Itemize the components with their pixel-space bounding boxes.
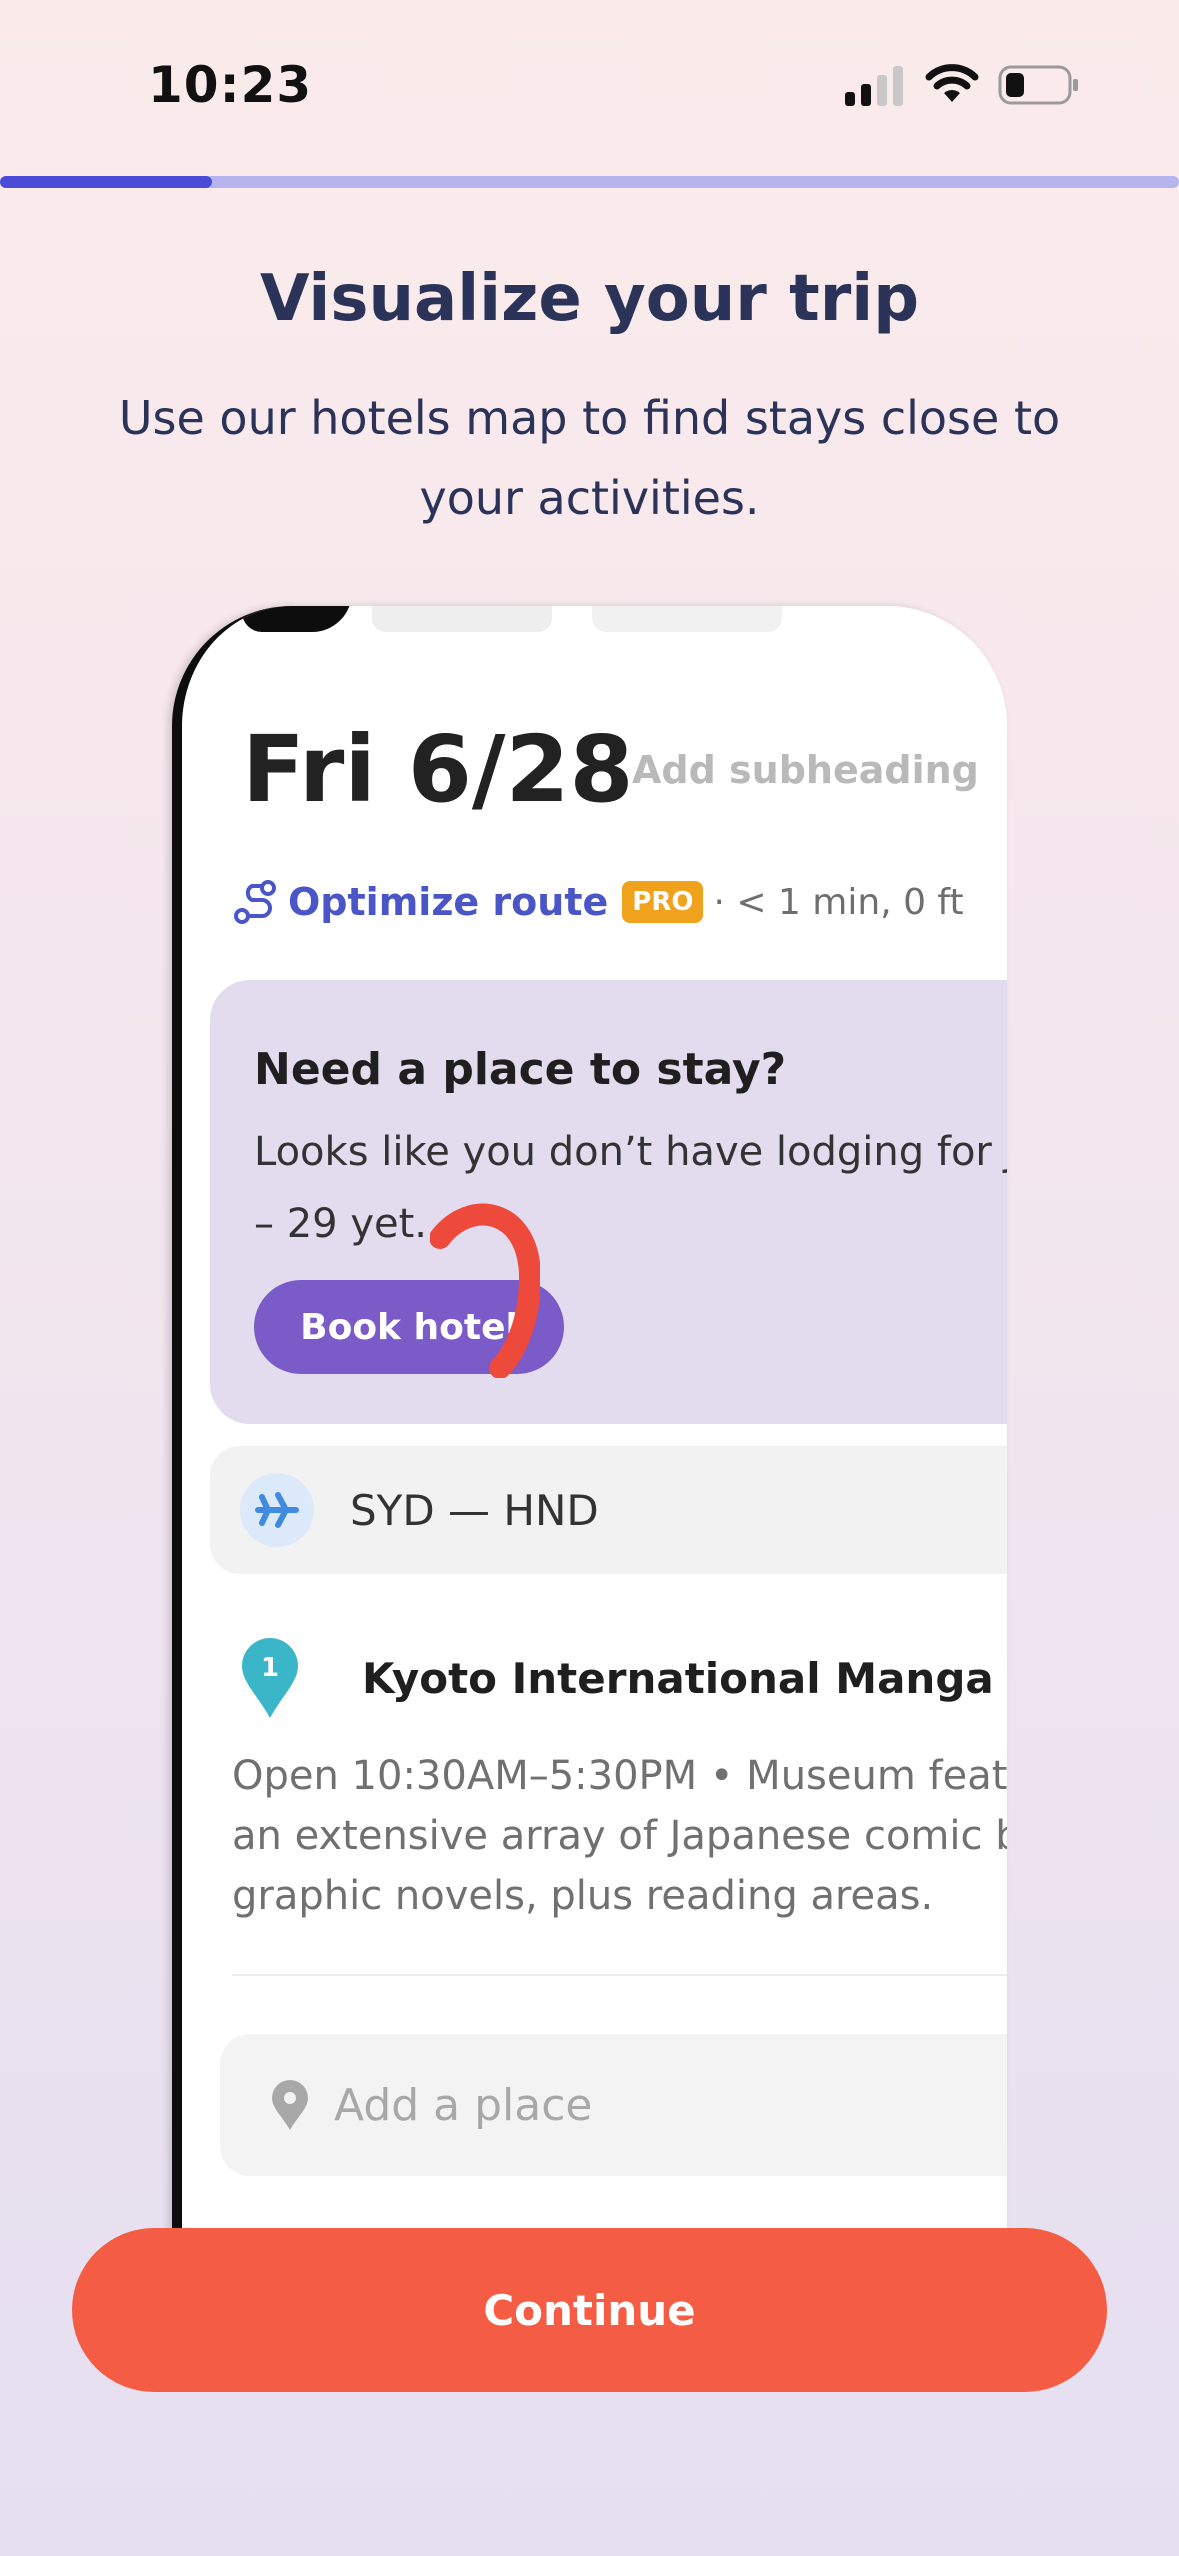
- add-place-row: Add a place: [220, 2034, 1007, 2176]
- lodging-title: Need a place to stay?: [254, 1044, 787, 1095]
- phone-corner-decoration: [242, 606, 352, 632]
- onboarding-progress-bar: [0, 176, 1179, 188]
- progress-fill: [0, 176, 213, 188]
- flight-row: SYD — HND: [210, 1446, 1007, 1574]
- lodging-card: Need a place to stay? Looks like you don…: [210, 980, 1007, 1424]
- phone-top-pill: [372, 606, 552, 632]
- lodging-body-line: – 29 yet.: [254, 1201, 428, 1247]
- map-pin-icon: 1: [242, 1638, 298, 1718]
- lodging-body: Looks like you don’t have lodging for Ju…: [254, 1116, 1007, 1260]
- divider: [232, 1974, 1007, 1976]
- place-description: Open 10:30AM–5:30PM • Museum featur an e…: [232, 1753, 1007, 1919]
- pin-number: 1: [261, 1653, 279, 1683]
- phone-top-pill: [592, 606, 782, 632]
- add-subheading-label: Add subheading: [632, 748, 979, 792]
- route-meta: · < 1 min, 0 ft: [713, 881, 964, 923]
- wifi-icon: [925, 64, 979, 102]
- lodging-body-line: Looks like you don’t have lodging for Ju: [254, 1129, 1007, 1175]
- flight-route-label: SYD — HND: [350, 1485, 599, 1535]
- location-pin-icon: [272, 2080, 308, 2130]
- place-row: 1 Kyoto International Manga Muse: [212, 1616, 1007, 1726]
- phone-preview: Fri 6/28 Add subheading Optimize route P…: [172, 606, 1007, 2306]
- page-subtitle: Use our hotels map to find stays close t…: [118, 391, 1061, 525]
- status-time: 10:23: [148, 56, 313, 114]
- add-place-label: Add a place: [334, 2079, 593, 2131]
- day-heading: Fri 6/28: [242, 716, 634, 823]
- place-title: Kyoto International Manga Muse: [362, 1654, 1007, 1703]
- route-icon: [234, 880, 276, 924]
- status-bar: 10:23: [0, 0, 1179, 170]
- tap-indicator: [430, 1203, 540, 1378]
- battery-icon: [998, 65, 1078, 105]
- plane-icon: [240, 1473, 314, 1547]
- page-title: Visualize your trip: [260, 262, 919, 336]
- continue-button[interactable]: Continue: [72, 2228, 1107, 2392]
- optimize-route-label: Optimize route: [288, 880, 609, 924]
- pro-badge: PRO: [622, 881, 704, 923]
- signal-icon: [845, 66, 903, 106]
- optimize-route-row: Optimize route PRO · < 1 min, 0 ft: [232, 874, 964, 930]
